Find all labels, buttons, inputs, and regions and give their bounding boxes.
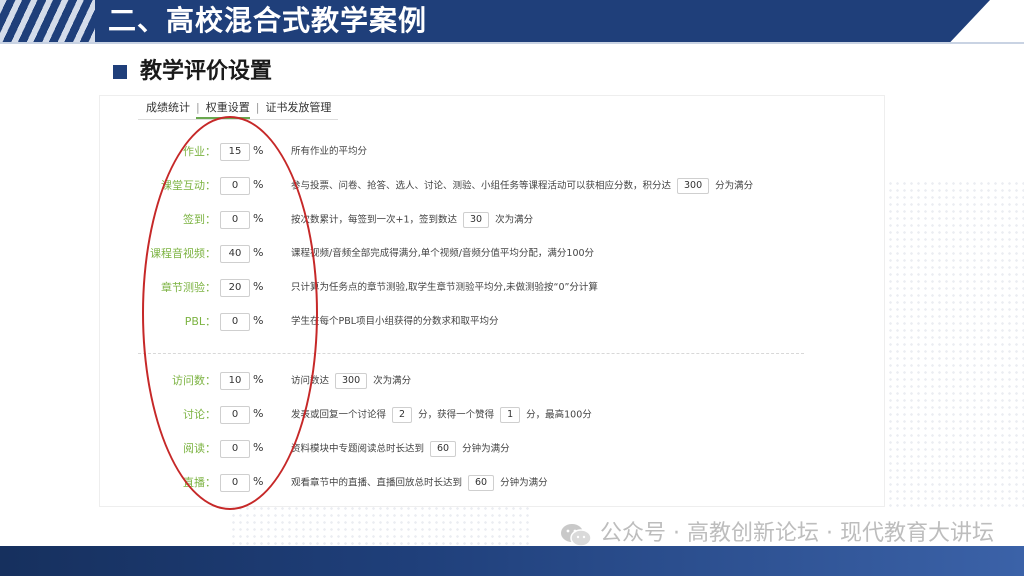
description-text: 参与投票、问卷、抢答、选人、讨论、测验、小组任务等课程活动可以获相应分数，积分达 [291,180,672,192]
tab-bar: 成绩统计 | 权重设置 | 证书发放管理 [142,100,335,116]
description-text: 分钟为满分 [462,443,510,455]
description-text: 所有作业的平均分 [291,146,368,157]
threshold-input[interactable]: 300 [335,373,368,389]
weight-description: 所有作业的平均分 [291,144,367,160]
description-text: 资料模块中专题阅读总时长达到 [291,443,425,455]
banner-underline [0,42,1024,44]
world-map-watermark [880,180,1024,510]
square-bullet-icon [113,65,127,79]
tab-separator: | [196,101,200,114]
description-text: 分，最高100分 [526,409,592,421]
tab-separator: | [255,101,260,114]
description-text: 次为满分 [495,214,534,226]
weight-description: 学生在每个PBL项目小组获得的分数求和取平均分 [291,314,499,330]
threshold-input[interactable]: 60 [430,441,457,457]
weight-description: 观看章节中的直播、直播回放总时长达到 60 分钟为满分 [291,475,548,492]
weight-description: 参与投票、问卷、抢答、选人、讨论、测验、小组任务等课程活动可以获相应分数，积分达… [291,178,753,195]
description-text: 按次数累计，每签到一次+1，签到数达 [291,214,458,226]
weight-description: 按次数累计，每签到一次+1，签到数达 30 次为满分 [291,212,533,229]
bottom-footer-bar [0,546,1024,576]
slide-title: 二、高校混合式教学案例 [108,4,428,37]
watermark-text: 公众号 · 高教创新论坛 · 现代教育大讲坛 [600,521,994,546]
threshold-input[interactable]: 2 [392,407,413,423]
threshold-input[interactable]: 60 [468,475,495,491]
description-text: 只计算为任务点的章节测验,取学生章节测验平均分,未做测验按“0”分计算 [291,282,598,293]
weight-description: 发表或回复一个讨论得 2 分，获得一个赞得 1 分，最高100分 [291,407,592,424]
description-text: 学生在每个PBL项目小组获得的分数求和取平均分 [291,316,499,327]
tab-certificate-management[interactable]: 证书发放管理 [261,100,335,116]
description-text: 分钟为满分 [500,477,548,489]
tab-weight-settings[interactable]: 权重设置 [202,100,254,116]
highlight-oval [142,116,318,510]
weight-description: 只计算为任务点的章节测验,取学生章节测验平均分,未做测验按“0”分计算 [291,280,598,296]
section-title: 教学评价设置 [140,59,273,84]
description-text: 课程视频/音频全部完成得满分,单个视频/音频分值平均分配，满分100分 [291,248,595,259]
threshold-input[interactable]: 300 [677,178,710,194]
tab-grade-stats[interactable]: 成绩统计 [142,100,194,116]
description-text: 次为满分 [373,375,412,387]
description-text: 观看章节中的直播、直播回放总时长达到 [291,477,463,489]
weight-description: 课程视频/音频全部完成得满分,单个视频/音频分值平均分配，满分100分 [291,246,594,262]
wechat-icon [561,524,592,547]
threshold-input[interactable]: 1 [500,407,521,423]
banner-stripes-decoration [0,0,95,42]
threshold-input[interactable]: 30 [463,212,490,228]
description-text: 分为满分 [715,180,754,192]
description-text: 分，获得一个赞得 [418,409,495,421]
weight-description: 资料模块中专题阅读总时长达到 60 分钟为满分 [291,441,510,458]
world-map-watermark-bottom [230,505,530,545]
